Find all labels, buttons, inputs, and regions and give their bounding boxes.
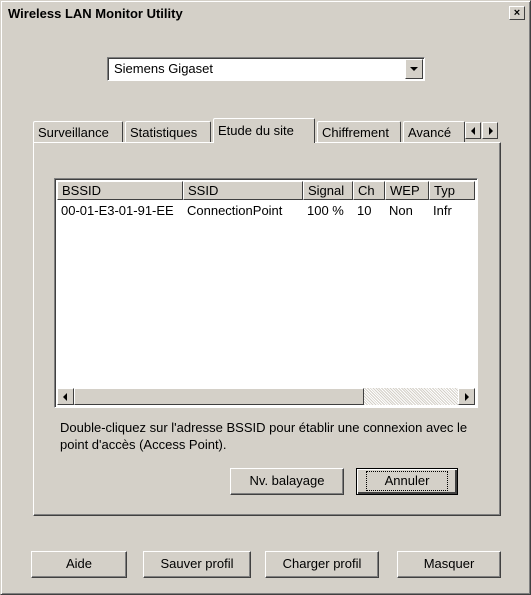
column-header-label: WEP xyxy=(390,183,420,198)
column-header-wep[interactable]: WEP xyxy=(385,181,429,200)
title-bar[interactable]: Wireless LAN Monitor Utility × xyxy=(4,4,527,24)
cell-bssid: 00-01-E3-01-91-EE xyxy=(61,203,174,218)
column-header-label: Ch xyxy=(358,183,375,198)
load-profile-button[interactable]: Charger profil xyxy=(265,551,379,578)
wlan-monitor-window: Wireless LAN Monitor Utility × Siemens G… xyxy=(0,0,531,595)
cancel-button[interactable]: Annuler xyxy=(356,468,458,495)
load-profile-button-label: Charger profil xyxy=(282,556,362,571)
hide-button[interactable]: Masquer xyxy=(397,551,501,578)
cancel-button-label: Annuler xyxy=(365,471,449,491)
scroll-thumb[interactable] xyxy=(74,388,364,405)
column-header-bssid[interactable]: BSSID xyxy=(57,181,183,200)
adapter-select-value: Siemens Gigaset xyxy=(114,61,213,76)
column-header-channel[interactable]: Ch xyxy=(353,181,385,200)
cell-signal: 100 % xyxy=(307,203,344,218)
horizontal-scrollbar[interactable] xyxy=(57,388,475,405)
column-header-signal[interactable]: Signal xyxy=(303,181,353,200)
cell-type: Infr xyxy=(433,203,452,218)
chevron-down-icon[interactable] xyxy=(405,59,423,79)
save-profile-button[interactable]: Sauver profil xyxy=(143,551,251,578)
column-header-type[interactable]: Typ xyxy=(429,181,475,200)
tab-scroll-right-icon[interactable] xyxy=(482,122,498,139)
tab-surveillance[interactable]: Surveillance xyxy=(33,121,123,143)
window-title: Wireless LAN Monitor Utility xyxy=(8,6,183,21)
tab-avance[interactable]: Avancé xyxy=(403,121,465,143)
scroll-left-icon[interactable] xyxy=(57,388,74,405)
tab-chiffrement[interactable]: Chiffrement xyxy=(317,121,401,143)
tab-scroll-left-icon[interactable] xyxy=(465,122,481,139)
help-button[interactable]: Aide xyxy=(31,551,127,578)
close-button[interactable]: × xyxy=(509,6,525,20)
tab-etude-du-site[interactable]: Etude du site xyxy=(213,118,315,143)
cell-wep: Non xyxy=(389,203,413,218)
tab-label: Statistiques xyxy=(130,125,198,140)
tab-label: Etude du site xyxy=(218,123,294,138)
tab-statistiques[interactable]: Statistiques xyxy=(125,121,211,143)
bssid-connect-hint: Double-cliquez sur l'adresse BSSID pour … xyxy=(60,420,468,452)
tab-label: Chiffrement xyxy=(322,125,389,140)
column-header-label: Signal xyxy=(308,183,345,198)
tab-label: Surveillance xyxy=(38,125,109,140)
cell-channel: 10 xyxy=(357,203,372,218)
save-profile-button-label: Sauver profil xyxy=(160,556,234,571)
hide-button-label: Masquer xyxy=(423,556,475,571)
adapter-select[interactable]: Siemens Gigaset xyxy=(107,57,425,81)
column-header-ssid[interactable]: SSID xyxy=(183,181,303,200)
column-header-label: SSID xyxy=(188,183,219,198)
site-survey-panel: BSSID SSID Signal Ch WEP Typ 00-01-E3-01… xyxy=(33,142,501,516)
column-header-label: BSSID xyxy=(62,183,102,198)
help-button-label: Aide xyxy=(65,556,93,571)
site-survey-list[interactable]: BSSID SSID Signal Ch WEP Typ 00-01-E3-01… xyxy=(54,178,478,408)
tab-label: Avancé xyxy=(408,125,452,140)
rescan-button[interactable]: Nv. balayage xyxy=(230,468,344,495)
column-header-label: Typ xyxy=(434,183,455,198)
rescan-button-label: Nv. balayage xyxy=(249,473,325,488)
cell-ssid: ConnectionPoint xyxy=(187,203,283,218)
scroll-right-icon[interactable] xyxy=(458,388,475,405)
close-icon: × xyxy=(513,7,521,19)
